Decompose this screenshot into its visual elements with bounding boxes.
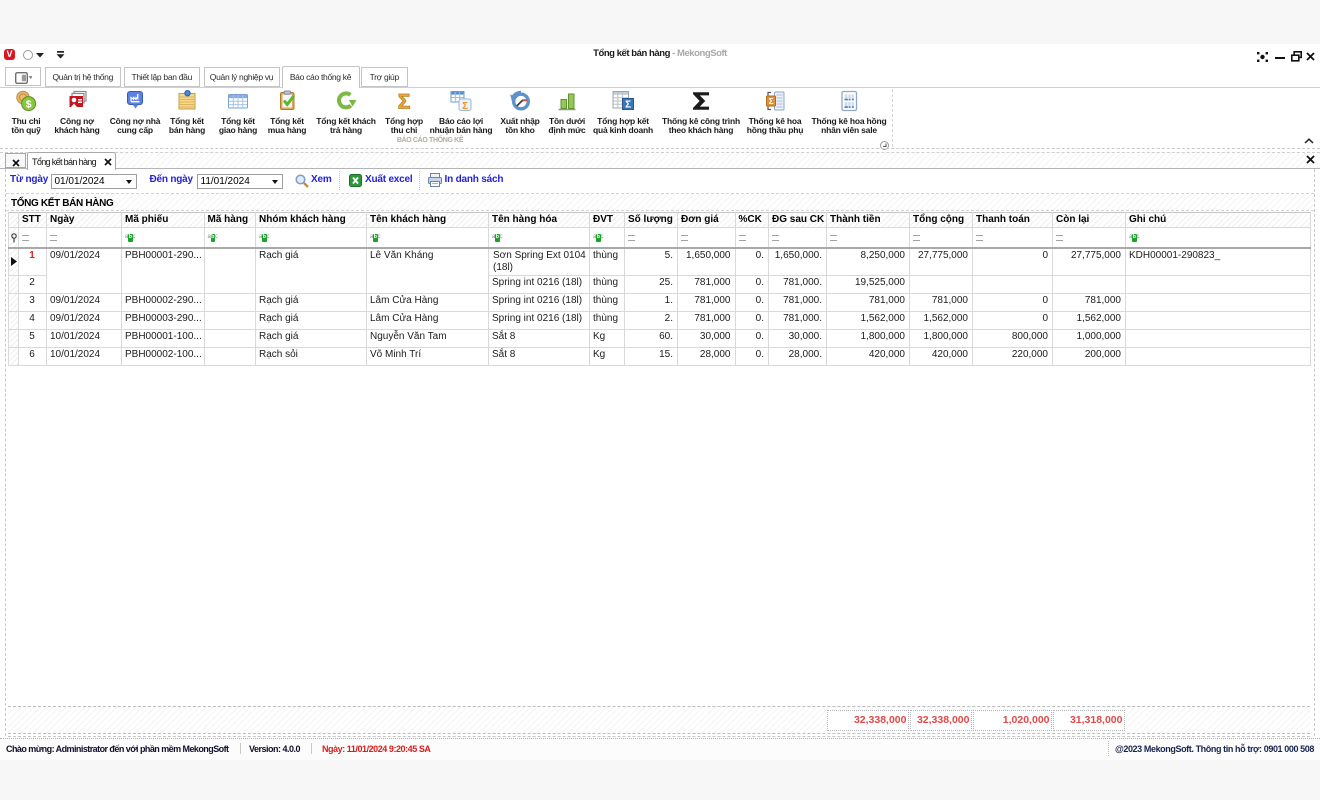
svg-text:Σ: Σ xyxy=(398,91,410,113)
svg-text:Σ: Σ xyxy=(625,100,631,111)
svg-text:Σ: Σ xyxy=(462,101,468,112)
svg-text:Σ: Σ xyxy=(769,97,774,106)
